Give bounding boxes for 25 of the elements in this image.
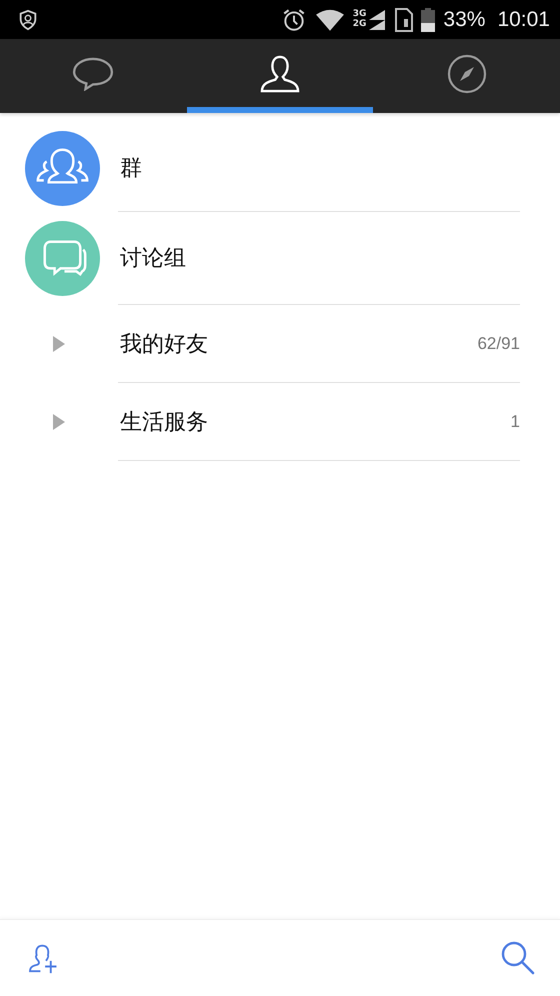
compass-icon	[446, 54, 487, 94]
person-icon	[259, 55, 301, 93]
alarm-icon	[280, 6, 307, 32]
signal-icon	[367, 10, 388, 20]
group-name: 生活服务	[120, 408, 208, 436]
list-item-label: 群	[120, 155, 142, 183]
member-count: 62/91	[477, 334, 520, 354]
network-type: 2G	[352, 20, 366, 29]
search-icon[interactable]	[500, 940, 536, 976]
list-item[interactable]: 讨论组	[0, 212, 560, 305]
shield-icon	[17, 8, 39, 30]
group-name: 我的好友	[120, 330, 208, 358]
friend-group-row[interactable]: 生活服务 1	[0, 383, 560, 461]
wifi-icon	[314, 8, 345, 30]
clock: 10:01	[497, 8, 550, 32]
battery-icon	[421, 8, 436, 32]
friend-group-row[interactable]: 我的好友 62/91	[0, 305, 560, 383]
list-item[interactable]: 群	[0, 125, 560, 212]
signal-icon	[367, 20, 388, 30]
member-count: 1	[510, 412, 520, 432]
battery-percent: 33%	[443, 8, 486, 32]
sim-card-icon	[395, 8, 414, 32]
network-type: 3G	[352, 10, 366, 19]
speech-bubble-icon	[72, 57, 114, 91]
list-item-label: 讨论组	[120, 245, 186, 273]
